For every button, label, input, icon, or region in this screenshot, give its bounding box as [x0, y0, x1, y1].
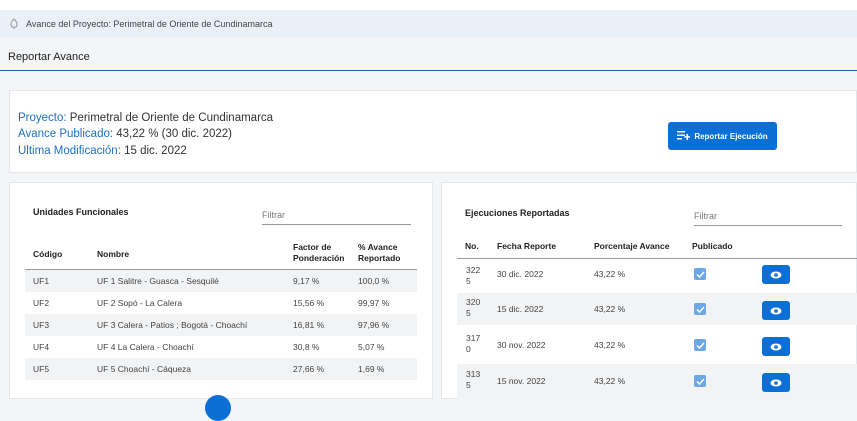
published-progress-label: Avance Publicado: — [18, 128, 114, 140]
cell-nombre: UF 3 Calera - Patios ; Bogotá - Choachí — [97, 320, 248, 330]
view-button[interactable] — [762, 265, 790, 284]
eye-icon — [770, 302, 782, 320]
cell-no-line2: 5 — [466, 276, 471, 286]
published-progress-line: Avance Publicado: 43,22 % (30 dic. 2022) — [18, 128, 232, 140]
view-button[interactable] — [762, 373, 790, 392]
project-name-line: Proyecto: Perimetral de Oriente de Cundi… — [18, 112, 273, 124]
col-nombre[interactable]: Nombre — [97, 249, 129, 260]
table-row[interactable]: UF2 UF 2 Sopó - La Calera 15,56 % 99,97 … — [25, 292, 417, 314]
cell-nombre: UF 4 La Calera - Choachí — [97, 342, 194, 352]
cell-factor: 15,56 % — [293, 298, 325, 308]
cell-no-line1: 322 — [466, 265, 481, 275]
cell-factor: 27,66 % — [293, 364, 325, 374]
table-row[interactable]: UF3 UF 3 Calera - Patios ; Bogotá - Choa… — [25, 314, 417, 336]
cell-codigo: UF2 — [33, 298, 50, 308]
cell-avance: 5,07 % — [358, 342, 385, 352]
cell-nombre: UF 1 Salitre - Guasca - Sesquilé — [97, 276, 219, 286]
col-factor[interactable]: Factor de Ponderación — [293, 242, 344, 264]
cell-no: 320 5 — [466, 297, 480, 319]
table-row[interactable]: UF5 UF 5 Choachí - Cáqueza 27,66 % 1,69 … — [25, 358, 417, 380]
table-row[interactable]: UF4 UF 4 La Calera - Choachí 30,8 % 5,07… — [25, 336, 417, 358]
project-name-value: Perimetral de Oriente de Cundinamarca — [69, 112, 274, 124]
cell-avance: 99,97 % — [358, 298, 390, 308]
cell-no: 322 5 — [466, 265, 480, 287]
project-icon — [8, 18, 20, 30]
cell-no-line2: 5 — [466, 308, 471, 318]
cell-factor: 16,81 % — [293, 320, 325, 330]
cell-no-line1: 317 — [466, 333, 481, 343]
cell-fecha: 15 dic. 2022 — [497, 304, 544, 314]
cell-avance: 1,69 % — [358, 364, 385, 374]
cell-avance: 100,0 % — [358, 276, 390, 286]
eye-icon — [770, 374, 782, 392]
cell-no-line2: 0 — [466, 344, 471, 354]
published-checkbox[interactable] — [694, 339, 706, 351]
cell-porcentaje: 43,22 % — [594, 304, 626, 314]
col-no[interactable]: No. — [465, 241, 479, 252]
cell-nombre: UF 2 Sopó - La Calera — [97, 298, 183, 308]
cell-porcentaje: 43,22 % — [594, 269, 626, 279]
published-progress-value: 43,22 % (30 dic. 2022) — [116, 128, 232, 140]
eye-icon — [770, 338, 782, 356]
cell-no-line1: 320 — [466, 297, 481, 307]
last-modified-label: Ultima Modificación: — [18, 145, 121, 157]
add-list-icon — [677, 130, 691, 142]
eye-icon — [770, 266, 782, 284]
col-fecha[interactable]: Fecha Reporte — [497, 241, 556, 252]
breadcrumb: Avance del Proyecto: Perimetral de Orien… — [0, 10, 857, 38]
view-button[interactable] — [762, 301, 790, 320]
section-divider — [0, 70, 857, 71]
section-title: Reportar Avance — [8, 51, 90, 63]
cell-codigo: UF3 — [33, 320, 50, 330]
cell-fecha: 30 dic. 2022 — [497, 269, 544, 279]
cell-no-line2: 5 — [466, 380, 471, 390]
last-modified-line: Ultima Modificación: 15 dic. 2022 — [18, 145, 187, 157]
last-modified-value: 15 dic. 2022 — [124, 145, 187, 157]
cell-factor: 9,17 % — [293, 276, 320, 286]
cell-fecha: 30 nov. 2022 — [497, 340, 546, 350]
project-name-label: Proyecto: — [18, 112, 67, 124]
cell-porcentaje: 43,22 % — [594, 340, 626, 350]
published-checkbox[interactable] — [694, 375, 706, 387]
functional-units-filter[interactable]: Filtrar — [262, 210, 411, 225]
breadcrumb-text: Avance del Proyecto: Perimetral de Orien… — [26, 19, 273, 29]
cell-codigo: UF5 — [33, 364, 50, 374]
cell-codigo: UF1 — [33, 276, 50, 286]
table-row[interactable]: 313 5 15 nov. 2022 43,22 % — [457, 364, 857, 399]
col-publicado[interactable]: Publicado — [692, 241, 733, 252]
cell-factor: 30,8 % — [293, 342, 320, 352]
col-factor-line1: Factor de — [293, 242, 332, 252]
col-avance[interactable]: % Avance Reportado — [358, 242, 401, 264]
cell-fecha: 15 nov. 2022 — [497, 376, 546, 386]
cell-nombre: UF 5 Choachí - Cáqueza — [97, 364, 192, 374]
cell-avance: 97,96 % — [358, 320, 390, 330]
col-avance-line2: Reportado — [358, 253, 401, 263]
cell-no: 317 0 — [466, 333, 480, 355]
reported-executions-filter[interactable]: Filtrar — [694, 211, 842, 226]
col-avance-line1: % Avance — [358, 242, 398, 252]
published-checkbox[interactable] — [694, 268, 706, 280]
reported-executions-title: Ejecuciones Reportadas — [465, 208, 570, 218]
view-button[interactable] — [762, 337, 790, 356]
cell-no-line1: 313 — [466, 369, 481, 379]
published-checkbox[interactable] — [694, 303, 706, 315]
cell-codigo: UF4 — [33, 342, 50, 352]
cell-no: 313 5 — [466, 369, 480, 391]
report-execution-button[interactable]: Reportar Ejecución — [668, 122, 777, 150]
col-factor-line2: Ponderación — [293, 253, 345, 263]
table-row[interactable]: 317 0 30 nov. 2022 43,22 % — [457, 329, 857, 361]
functional-units-title: Unidades Funcionales — [33, 207, 129, 217]
cell-porcentaje: 43,22 % — [594, 376, 626, 386]
table-row[interactable]: UF1 UF 1 Salitre - Guasca - Sesquilé 9,1… — [25, 270, 417, 292]
col-codigo[interactable]: Código — [33, 249, 62, 260]
report-execution-label: Reportar Ejecución — [694, 131, 768, 141]
col-porcentaje[interactable]: Porcentaje Avance — [594, 241, 669, 252]
table-row[interactable]: 320 5 15 dic. 2022 43,22 % — [457, 293, 857, 325]
table-row[interactable]: 322 5 30 dic. 2022 43,22 % — [457, 259, 857, 291]
